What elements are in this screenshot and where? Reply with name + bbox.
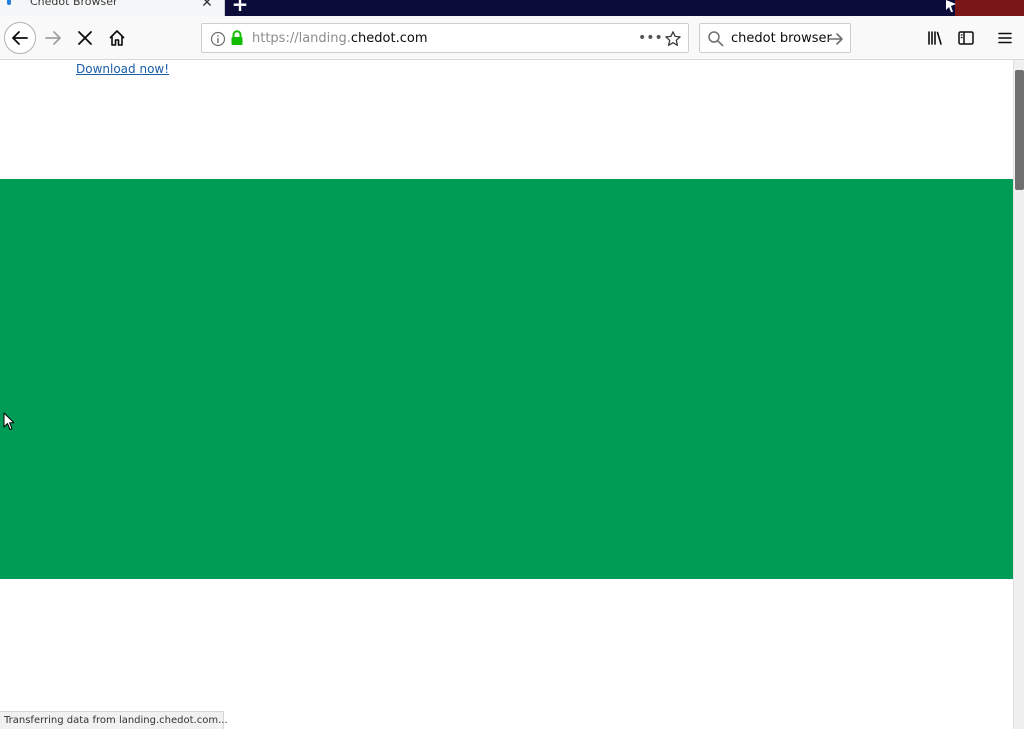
menu-button[interactable] bbox=[990, 23, 1020, 53]
search-icon bbox=[708, 31, 724, 47]
home-icon bbox=[109, 30, 125, 46]
url-bar[interactable]: https://landing.chedot.com ••• bbox=[201, 23, 689, 53]
tab-close-button[interactable]: ✕ bbox=[199, 0, 215, 11]
page-content: Download now! bbox=[0, 60, 1013, 729]
home-button[interactable] bbox=[102, 23, 132, 53]
scroll-thumb[interactable] bbox=[1015, 70, 1024, 190]
new-tab-button[interactable]: + bbox=[230, 0, 250, 14]
lock-icon[interactable] bbox=[230, 30, 244, 46]
hamburger-menu-icon bbox=[998, 32, 1012, 44]
tab-chedot-browser[interactable]: Chedot Browser ✕ bbox=[0, 0, 225, 16]
page-actions-button[interactable]: ••• bbox=[638, 26, 663, 50]
forward-arrow-icon bbox=[45, 31, 61, 45]
url-prefix: https://landing. bbox=[252, 31, 351, 46]
download-now-link[interactable]: Download now! bbox=[76, 62, 169, 76]
navigation-toolbar: https://landing.chedot.com ••• chedot br… bbox=[0, 16, 1024, 60]
green-banner bbox=[0, 179, 1013, 579]
status-panel: Transferring data from landing.chedot.co… bbox=[0, 711, 228, 729]
url-text[interactable]: https://landing.chedot.com bbox=[252, 31, 428, 46]
sidebar-button[interactable] bbox=[951, 23, 981, 53]
info-icon[interactable] bbox=[210, 31, 226, 47]
library-button[interactable] bbox=[920, 23, 950, 53]
stop-icon bbox=[78, 31, 92, 45]
stop-button[interactable] bbox=[70, 23, 100, 53]
back-button[interactable] bbox=[4, 22, 36, 54]
forward-button[interactable] bbox=[38, 23, 68, 53]
arrow-right-icon[interactable] bbox=[827, 30, 845, 48]
vertical-scrollbar[interactable] bbox=[1013, 60, 1024, 729]
search-input[interactable]: chedot browser bbox=[731, 31, 832, 46]
url-domain: chedot.com bbox=[350, 31, 428, 46]
tab-bar: Chedot Browser ✕ + bbox=[0, 0, 1024, 16]
library-icon bbox=[928, 31, 942, 45]
tab-favicon-icon bbox=[7, 0, 11, 5]
window-accent bbox=[955, 0, 1024, 16]
pointer-icon bbox=[946, 0, 956, 12]
tab-title: Chedot Browser bbox=[30, 0, 118, 8]
search-bar[interactable]: chedot browser bbox=[699, 23, 851, 53]
mouse-cursor-icon bbox=[3, 412, 15, 430]
star-icon[interactable] bbox=[664, 30, 682, 48]
sidebar-icon bbox=[958, 31, 974, 45]
back-arrow-icon bbox=[12, 31, 28, 45]
